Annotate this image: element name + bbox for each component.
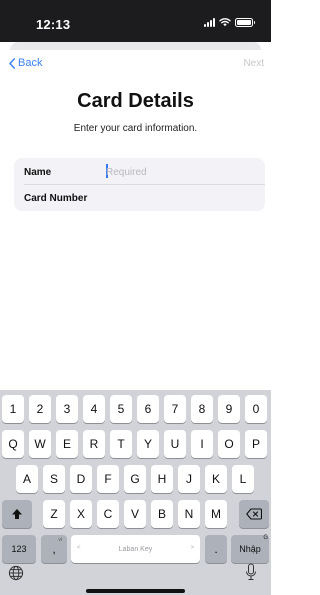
status-icons bbox=[204, 17, 255, 27]
key-h[interactable]: H bbox=[151, 465, 173, 493]
key-8[interactable]: 8 bbox=[191, 395, 213, 423]
key-0[interactable]: 0 bbox=[245, 395, 267, 423]
card-number-label: Card Number bbox=[24, 192, 88, 204]
period-key[interactable]: . bbox=[205, 535, 227, 563]
space-right-arrow: > bbox=[190, 545, 194, 551]
key-9[interactable]: 9 bbox=[218, 395, 240, 423]
status-time: 12:13 bbox=[36, 17, 71, 32]
key-k[interactable]: K bbox=[205, 465, 227, 493]
key-t[interactable]: T bbox=[110, 430, 132, 458]
card-number-row: Card Number bbox=[14, 185, 265, 211]
status-bar: 12:13 bbox=[0, 0, 271, 42]
back-label: Back bbox=[18, 57, 43, 69]
key-2[interactable]: 2 bbox=[29, 395, 51, 423]
shift-key[interactable] bbox=[2, 500, 32, 528]
key-l[interactable]: L bbox=[232, 465, 254, 493]
key-j[interactable]: J bbox=[178, 465, 200, 493]
key-p[interactable]: P bbox=[245, 430, 267, 458]
return-label: Nhập bbox=[239, 544, 261, 554]
card-form: Name Card Number bbox=[14, 158, 265, 211]
space-bar[interactable]: < Laban Key > bbox=[71, 535, 200, 563]
chevron-left-icon bbox=[9, 57, 16, 69]
key-c[interactable]: C bbox=[97, 500, 119, 528]
key-4[interactable]: 4 bbox=[83, 395, 105, 423]
delete-icon bbox=[246, 508, 262, 520]
key-5[interactable]: 5 bbox=[110, 395, 132, 423]
key-e[interactable]: E bbox=[56, 430, 78, 458]
key-x[interactable]: X bbox=[70, 500, 92, 528]
cellular-signal-icon bbox=[204, 17, 215, 27]
name-label: Name bbox=[24, 166, 52, 178]
key-u[interactable]: U bbox=[164, 430, 186, 458]
comma-label: , bbox=[52, 542, 56, 556]
home-indicator bbox=[86, 589, 185, 593]
page-title: Card Details bbox=[77, 90, 194, 112]
battery-icon bbox=[235, 17, 255, 27]
key-b[interactable]: B bbox=[151, 500, 173, 528]
key-6[interactable]: 6 bbox=[137, 395, 159, 423]
key-w[interactable]: W bbox=[29, 430, 51, 458]
name-field[interactable] bbox=[106, 163, 256, 181]
key-7[interactable]: 7 bbox=[164, 395, 186, 423]
page-subtitle: Enter your card information. bbox=[73, 123, 198, 134]
key-y[interactable]: Y bbox=[137, 430, 159, 458]
shift-icon bbox=[12, 509, 22, 519]
key-o[interactable]: O bbox=[218, 430, 240, 458]
next-button[interactable]: Next bbox=[243, 58, 264, 69]
key-d[interactable]: D bbox=[70, 465, 92, 493]
space-bar-label: Laban Key bbox=[118, 545, 153, 553]
name-row: Name bbox=[14, 159, 265, 185]
space-left-arrow: < bbox=[77, 545, 81, 551]
key-g[interactable]: G bbox=[124, 465, 146, 493]
back-button[interactable]: Back bbox=[8, 57, 42, 69]
key-a[interactable]: A bbox=[16, 465, 38, 493]
numbers-key[interactable]: 123 bbox=[2, 535, 36, 563]
card-number-field[interactable] bbox=[106, 189, 256, 207]
delete-key[interactable] bbox=[239, 500, 269, 528]
comma-key[interactable]: , vi bbox=[41, 535, 67, 563]
globe-icon[interactable] bbox=[8, 565, 24, 581]
key-q[interactable]: Q bbox=[2, 430, 24, 458]
key-s[interactable]: S bbox=[43, 465, 65, 493]
key-1[interactable]: 1 bbox=[2, 395, 24, 423]
return-hint: G bbox=[263, 535, 268, 541]
return-key[interactable]: Nhập G bbox=[231, 535, 269, 563]
key-v[interactable]: V bbox=[124, 500, 146, 528]
comma-hint: vi bbox=[58, 537, 62, 543]
key-z[interactable]: Z bbox=[43, 500, 65, 528]
key-m[interactable]: M bbox=[205, 500, 227, 528]
key-r[interactable]: R bbox=[83, 430, 105, 458]
microphone-icon[interactable] bbox=[245, 563, 257, 581]
key-3[interactable]: 3 bbox=[56, 395, 78, 423]
keyboard: 1 2 3 4 5 6 7 8 9 0 Q W E R T Y U I O P … bbox=[0, 390, 271, 595]
key-n[interactable]: N bbox=[178, 500, 200, 528]
key-f[interactable]: F bbox=[97, 465, 119, 493]
key-i[interactable]: I bbox=[191, 430, 213, 458]
wifi-icon bbox=[219, 18, 231, 27]
